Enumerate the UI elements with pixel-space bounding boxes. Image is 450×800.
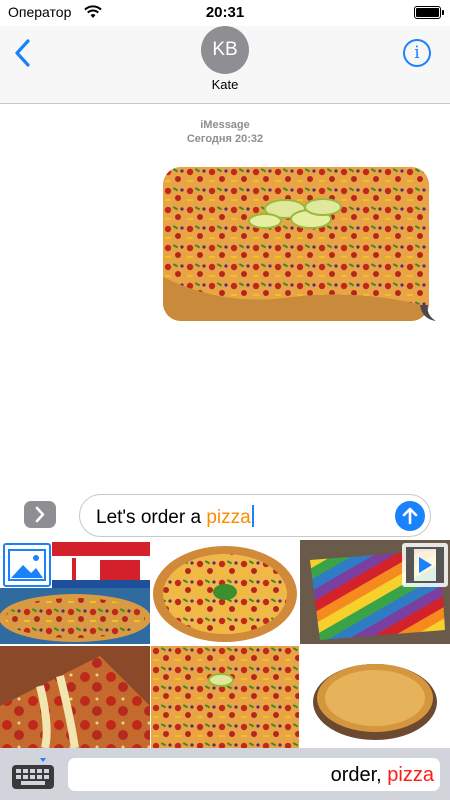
battery-icon <box>414 6 444 19</box>
conversation-header: KB Kate i <box>0 26 450 104</box>
image-tile[interactable] <box>300 646 450 748</box>
image-tile[interactable] <box>0 588 150 644</box>
photo-button[interactable] <box>3 543 51 587</box>
search-suggestion-field[interactable]: order, pizza <box>68 758 440 791</box>
film-icon <box>406 547 444 583</box>
pizza-ad-photo <box>52 542 150 588</box>
send-button[interactable] <box>395 501 425 531</box>
image-tile[interactable] <box>151 646 299 748</box>
cheese-pull-pizza-photo <box>0 646 150 748</box>
message-text[interactable]: Let's order a pizza <box>96 505 254 529</box>
status-clock: 20:31 <box>205 4 245 21</box>
avatar[interactable]: KB <box>201 26 249 74</box>
chevron-left-icon[interactable] <box>10 38 36 68</box>
video-button[interactable] <box>402 543 448 587</box>
message-text-highlight[interactable]: pizza <box>206 507 250 528</box>
image-tile[interactable] <box>0 646 150 748</box>
contact-name[interactable]: Kate <box>0 77 450 92</box>
expand-apps-button[interactable] <box>24 501 56 528</box>
service-label: iMessage <box>200 119 250 131</box>
suggestion-bar: order, pizza <box>0 748 450 800</box>
suggestion-text[interactable]: order, pizza <box>331 764 434 787</box>
arrow-up-icon <box>402 507 418 525</box>
pizza-photo <box>163 167 429 321</box>
suggestion-text-highlight: pizza <box>387 764 434 786</box>
image-results-grid <box>0 540 450 748</box>
status-bar: Оператор 20:31 <box>0 0 450 26</box>
info-icon[interactable]: i <box>403 39 431 67</box>
pizza-photo <box>151 646 299 748</box>
bubble-tail <box>420 305 436 321</box>
image-tile[interactable] <box>151 540 299 644</box>
battery-level <box>416 8 439 17</box>
pizza-photo <box>151 540 299 644</box>
pizza-photo <box>300 646 450 748</box>
suggestion-text-plain: order, <box>330 764 388 786</box>
message-text-plain: Let's order a <box>96 507 207 528</box>
keyboard-icon[interactable] <box>10 757 56 791</box>
message-timestamp: Сегодня 20:32 <box>186 133 264 145</box>
photo-icon <box>8 549 46 581</box>
text-caret <box>251 505 254 527</box>
pizza-photo-message[interactable] <box>163 167 429 321</box>
image-tile[interactable] <box>52 542 150 588</box>
chevron-right-icon <box>35 506 45 523</box>
pizza-photo <box>0 588 150 644</box>
message-input[interactable]: Let's order a pizza <box>79 494 431 537</box>
